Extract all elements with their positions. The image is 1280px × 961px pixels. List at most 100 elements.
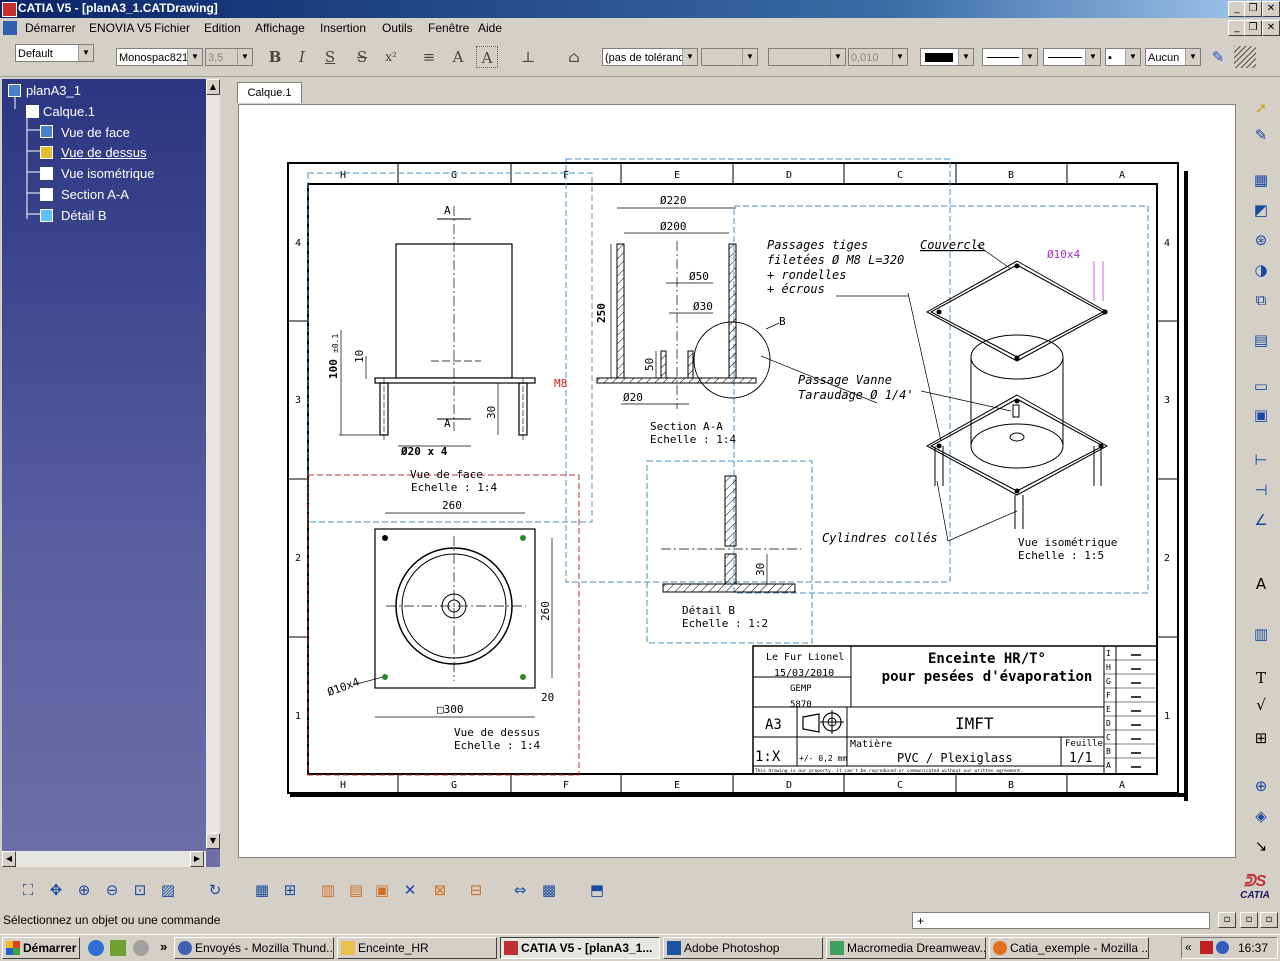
style-select[interactable]: Default ▼ — [15, 44, 94, 62]
tree-item-calque[interactable]: Calque.1 — [43, 104, 95, 119]
quicklaunch-app-icon[interactable] — [110, 940, 126, 956]
pan-icon[interactable]: ✥ — [44, 878, 68, 902]
normal-view-icon[interactable]: ▨ — [156, 878, 180, 902]
catalog-icon[interactable]: ⬒ — [585, 878, 609, 902]
menu-aide[interactable]: Aide — [478, 21, 502, 35]
tree-vertical-scrollbar[interactable]: ▲ ▼ — [206, 79, 220, 849]
tree-item-vue-de-face[interactable]: Vue de face — [61, 125, 130, 140]
thickness-select[interactable]: ▼ — [1043, 48, 1101, 66]
pattern-select[interactable]: Aucun ▼ — [1145, 48, 1201, 66]
linetype-select[interactable]: ▼ — [982, 48, 1038, 66]
zoom-out-icon[interactable]: ⊖ — [100, 878, 124, 902]
tolerance-value-select[interactable]: ▼ — [701, 48, 758, 66]
section-view-icon[interactable]: ◩ — [1250, 199, 1272, 221]
command-button-2[interactable]: ▫ — [1240, 912, 1258, 928]
text-icon[interactable]: T — [1250, 667, 1272, 689]
refresh-icon[interactable]: ↻ — [203, 878, 227, 902]
tree-item-vue-de-dessus[interactable]: Vue de dessus — [61, 145, 147, 160]
generation-icon[interactable]: ⊠ — [428, 878, 452, 902]
scroll-right-button[interactable]: ▶ — [190, 851, 204, 867]
fit-all-icon[interactable]: ⛶ — [16, 878, 40, 902]
doc-close-button[interactable]: ✕ — [1262, 20, 1280, 36]
rectangle-icon[interactable]: ▭ — [1250, 375, 1272, 397]
dress-up-icon[interactable]: ▩ — [537, 878, 561, 902]
menu-edition[interactable]: Edition — [204, 21, 241, 35]
hatch-pattern-icon[interactable] — [1234, 46, 1256, 68]
grid-icon[interactable]: ▦ — [250, 878, 274, 902]
menu-fenetre[interactable]: Fenêtre — [428, 21, 469, 35]
close-button[interactable]: ✕ — [1262, 1, 1280, 17]
doc-restore-button[interactable]: ❐ — [1244, 20, 1262, 36]
bold-button[interactable]: B — [264, 46, 286, 68]
axis-icon[interactable]: ⊕ — [1250, 775, 1272, 797]
command-button-3[interactable]: ▫ — [1260, 912, 1278, 928]
frame-icon[interactable]: ▣ — [1250, 404, 1272, 426]
align-icon[interactable]: ≡ — [418, 46, 440, 68]
tab-calque[interactable]: Calque.1 — [237, 82, 302, 103]
snap-grid-icon[interactable]: ⊞ — [278, 878, 302, 902]
superscript-button[interactable]: x² — [380, 46, 402, 68]
datum-icon[interactable]: ⌂ — [563, 46, 585, 68]
paint-brush-icon[interactable]: ✎ — [1207, 46, 1229, 68]
command-button[interactable]: ▫ — [1218, 912, 1236, 928]
fill-icon[interactable]: ◈ — [1250, 805, 1272, 827]
quicklaunch-more-icon[interactable]: » — [160, 939, 167, 954]
tree-item-detail-b[interactable]: Détail B — [61, 208, 107, 223]
task-firefox[interactable]: Catia_exemple - Mozilla ... — [989, 937, 1149, 959]
analysis-icon[interactable]: ▥ — [316, 878, 340, 902]
detail-view-icon[interactable]: ⊛ — [1250, 229, 1272, 251]
menu-fichier[interactable]: Fichier — [154, 21, 190, 35]
menu-insertion[interactable]: Insertion — [320, 21, 366, 35]
anchor-icon[interactable]: ⊥ — [517, 46, 539, 68]
wizard-icon[interactable]: ▤ — [1250, 329, 1272, 351]
zoom-in-icon[interactable]: ⊕ — [72, 878, 96, 902]
tray-acrobat-icon[interactable] — [1200, 941, 1213, 954]
cut-icon[interactable]: ▤ — [344, 878, 368, 902]
tree-item-vue-isometrique[interactable]: Vue isométrique — [61, 166, 154, 181]
task-photoshop[interactable]: Adobe Photoshop — [663, 937, 823, 959]
menu-demarrer[interactable]: Démarrer — [25, 21, 76, 35]
font-select[interactable]: Monospac821 ▼ — [116, 48, 203, 66]
scroll-up-button[interactable]: ▲ — [206, 79, 220, 95]
text-frame-icon[interactable]: A — [476, 46, 498, 68]
update-icon[interactable]: ⊟ — [464, 878, 488, 902]
dimension-angle-icon[interactable]: ∠ — [1250, 509, 1272, 531]
quicklaunch-media-icon[interactable] — [133, 940, 149, 956]
grid-table-icon[interactable]: ⊞ — [1250, 727, 1272, 749]
chain-dimension-icon[interactable]: ⊣ — [1250, 479, 1272, 501]
filter-icon[interactable]: ✕ — [398, 878, 422, 902]
task-dreamweaver[interactable]: Macromedia Dreamweav... — [826, 937, 986, 959]
dimension-line-icon[interactable]: ⇔ — [508, 878, 532, 902]
task-catia[interactable]: CATIA V5 - [planA3_1... — [500, 937, 660, 959]
scroll-left-button[interactable]: ◀ — [2, 851, 16, 867]
tree-item-section-aa[interactable]: Section A-A — [61, 187, 129, 202]
tree-root-planA3[interactable]: planA3_1 — [26, 83, 81, 98]
italic-button[interactable]: I — [291, 46, 313, 68]
tolerance-select[interactable]: (pas de toléranc ▼ — [602, 48, 698, 66]
tolerance-value-2-select[interactable]: ▼ — [768, 48, 846, 66]
start-button[interactable]: Démarrer — [2, 937, 80, 959]
restore-button[interactable]: ❐ — [1244, 1, 1262, 17]
select-arrow-icon[interactable]: ➚ — [1250, 97, 1272, 119]
zoom-area-icon[interactable]: ⊡ — [128, 878, 152, 902]
scroll-down-button[interactable]: ▼ — [206, 833, 220, 849]
table-icon[interactable]: ▥ — [1250, 623, 1272, 645]
arrow-icon[interactable]: ↘ — [1250, 835, 1272, 857]
broken-view-icon[interactable]: ⧉ — [1250, 289, 1272, 311]
quicklaunch-ie-icon[interactable] — [88, 940, 104, 956]
point-select[interactable]: ▪ ▼ — [1105, 48, 1141, 66]
task-enceinte-folder[interactable]: Enceinte_HR — [337, 937, 497, 959]
dimension-icon[interactable]: ⊢ — [1250, 449, 1272, 471]
tray-expand-icon[interactable]: « — [1185, 940, 1192, 954]
strikethrough-button[interactable]: S — [351, 46, 373, 68]
color-select[interactable]: ▼ — [920, 48, 974, 66]
text-size-icon[interactable]: A — [447, 46, 469, 68]
sketch-icon[interactable]: ✎ — [1250, 124, 1272, 146]
font-size-select[interactable]: 3,5 ▼ — [205, 48, 253, 66]
tray-network-icon[interactable] — [1216, 941, 1229, 954]
task-thunderbird[interactable]: Envoyés - Mozilla Thund... — [174, 937, 334, 959]
text-frame-icon[interactable]: A — [1250, 573, 1272, 595]
tree-horizontal-scrollbar[interactable]: ◀ ▶ — [2, 851, 206, 867]
dimension-analysis-icon[interactable]: ▣ — [370, 878, 394, 902]
underline-button[interactable]: S — [319, 46, 341, 68]
